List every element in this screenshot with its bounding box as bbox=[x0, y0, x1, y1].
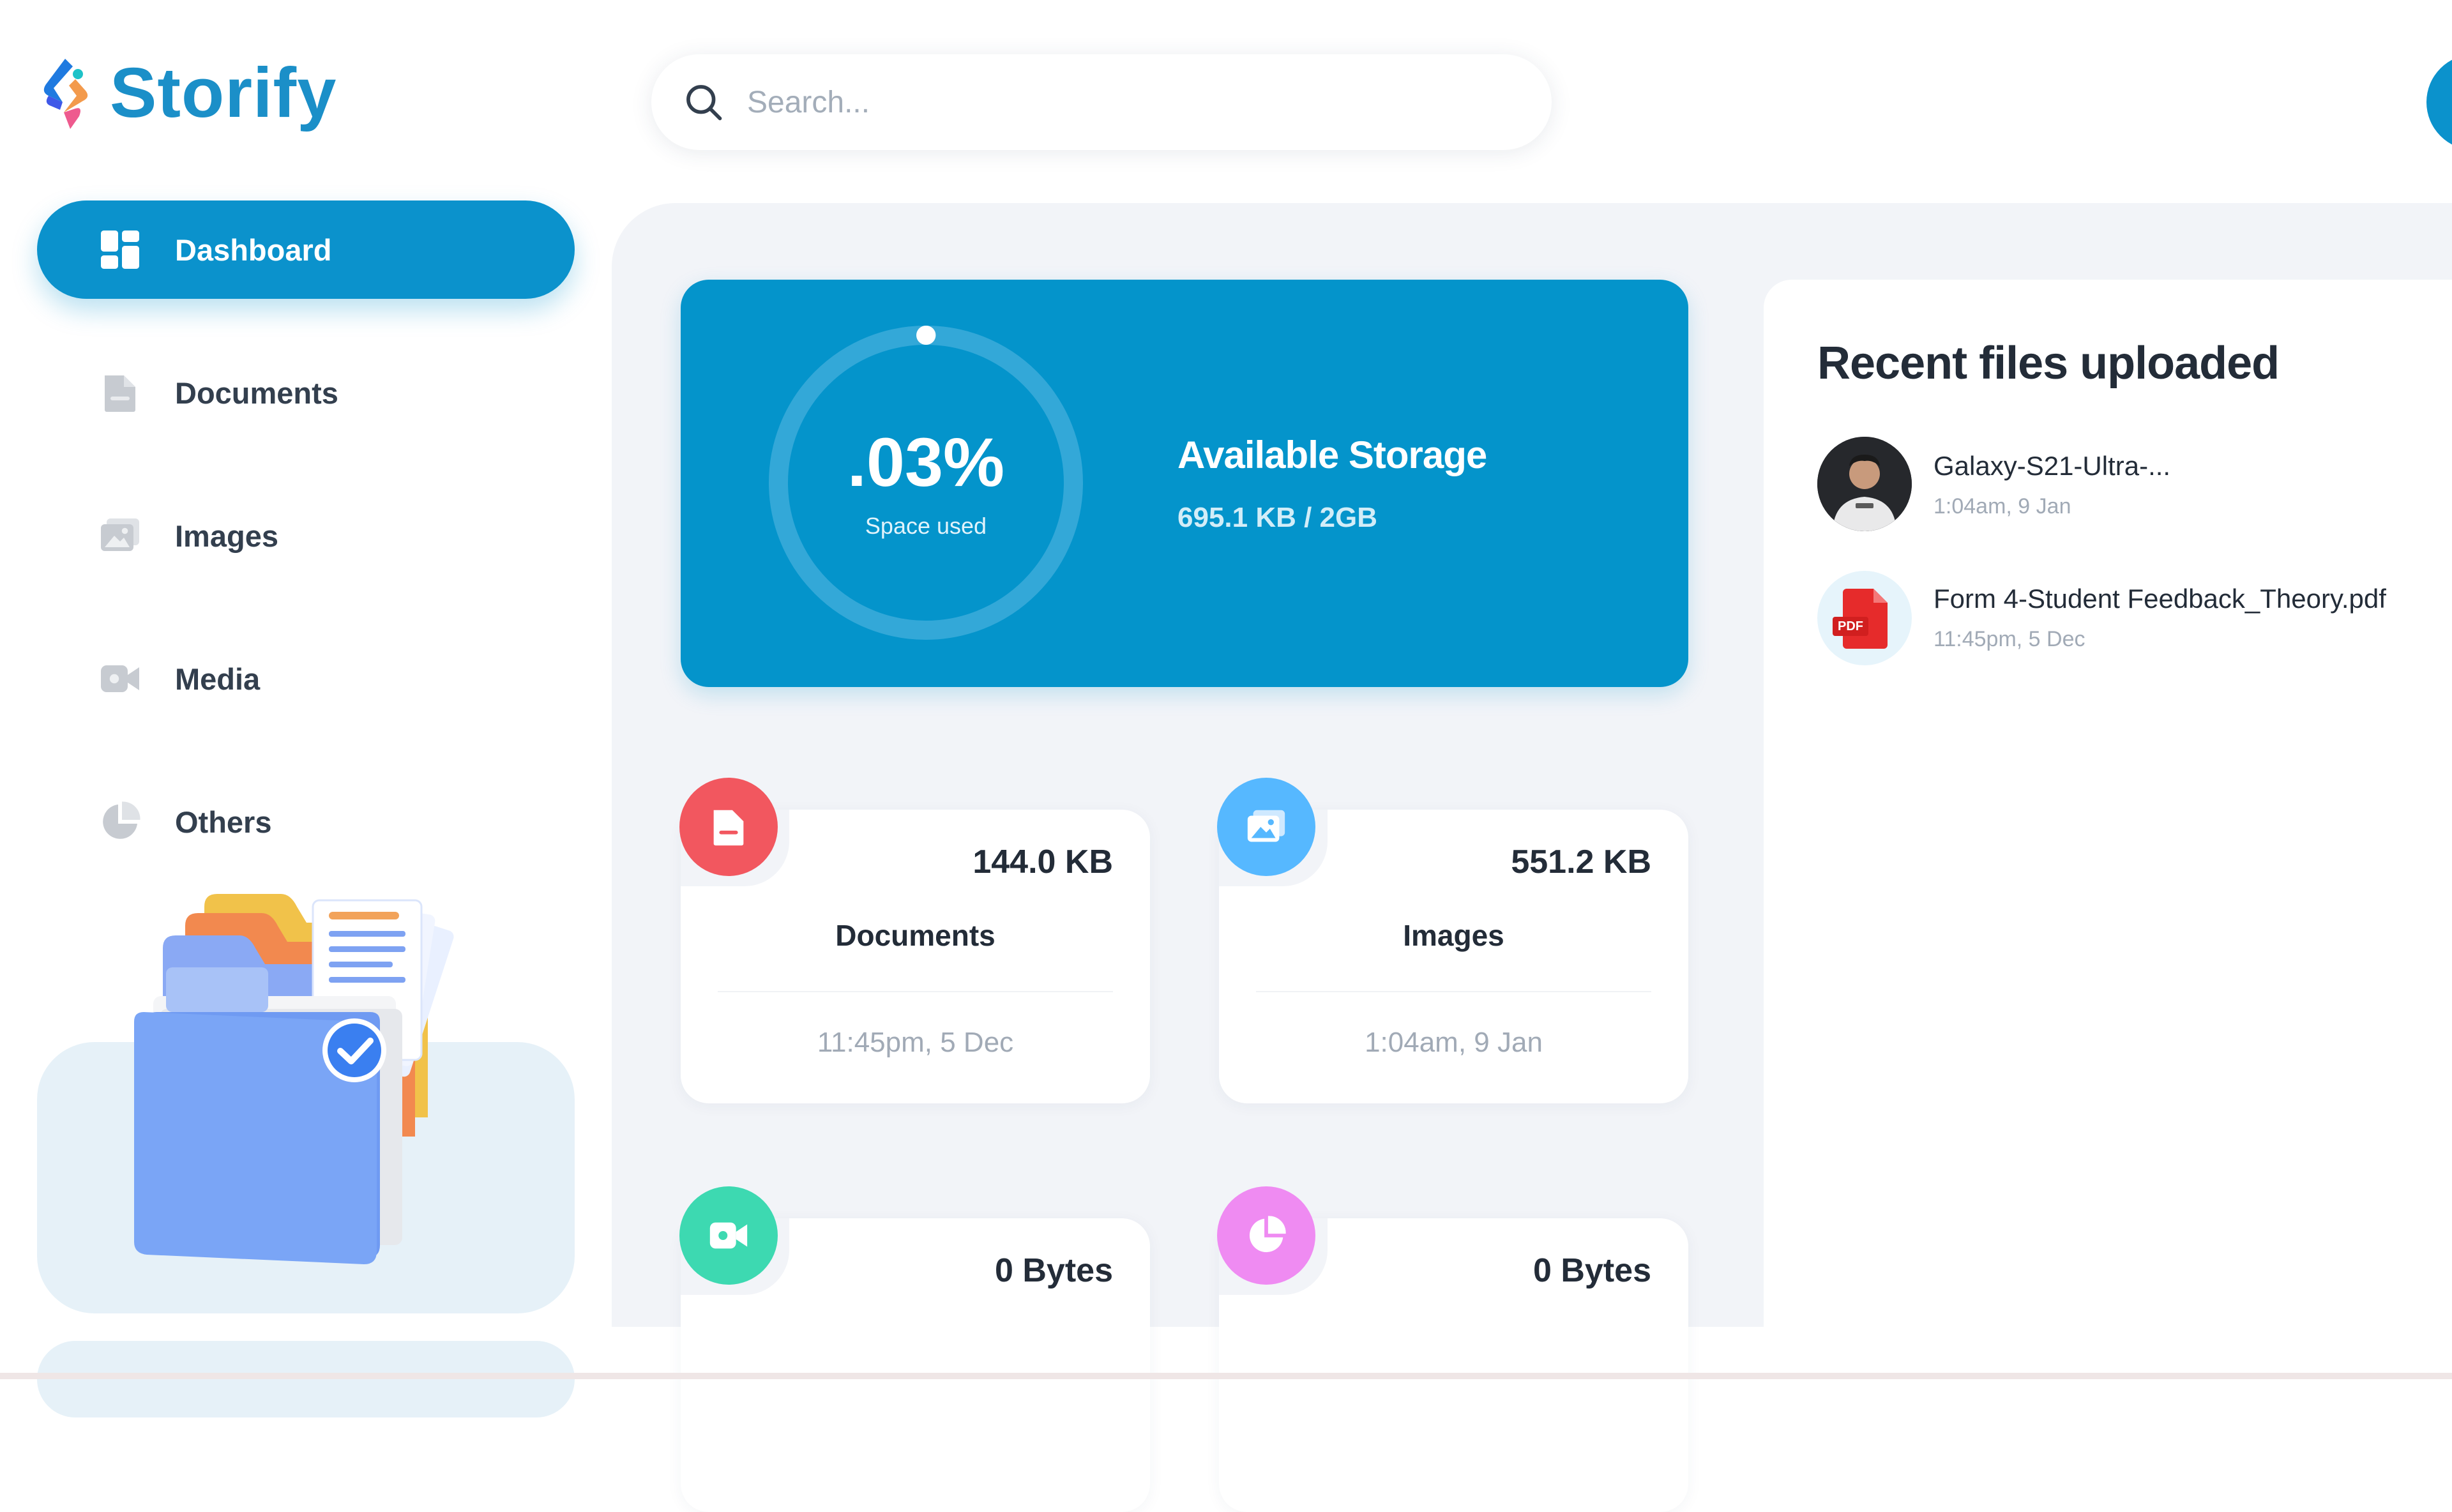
user-photo-icon bbox=[1817, 437, 1912, 531]
sidebar-item-media[interactable]: Media bbox=[37, 630, 575, 728]
file-thumbnail[interactable] bbox=[1817, 437, 1912, 531]
category-date: 1:04am, 9 Jan bbox=[1365, 1027, 1543, 1058]
file-name[interactable]: Galaxy-S21-Ultra-... bbox=[1934, 451, 2170, 481]
search-icon bbox=[686, 85, 722, 121]
storify-logo-icon bbox=[43, 59, 88, 129]
video-icon bbox=[101, 665, 139, 692]
sidebar-item-images[interactable]: Images bbox=[37, 487, 575, 585]
sidebar-item-label: Dashboard bbox=[175, 232, 332, 267]
sidebar-item-label: Documents bbox=[175, 375, 338, 410]
sidebar-item-dashboard[interactable]: Dashboard bbox=[37, 200, 575, 299]
category-size: 0 Bytes bbox=[995, 1252, 1113, 1289]
secondary-card bbox=[37, 1341, 575, 1418]
category-size: 0 Bytes bbox=[1533, 1252, 1651, 1289]
media-category-icon bbox=[679, 1186, 778, 1285]
sidebar-item-label: Others bbox=[175, 805, 272, 839]
sidebar-item-others[interactable]: Others bbox=[37, 773, 575, 871]
user-avatar-button[interactable] bbox=[2426, 54, 2452, 150]
document-icon bbox=[713, 810, 744, 846]
file-date: 11:45pm, 5 Dec bbox=[1934, 627, 2085, 651]
pdf-icon: PDF bbox=[1833, 589, 1888, 649]
image-icon bbox=[1247, 810, 1285, 842]
file-thumbnail[interactable]: PDF bbox=[1817, 571, 1912, 665]
sidebar-item-label: Media bbox=[175, 662, 261, 696]
category-title: Images bbox=[1403, 919, 1504, 952]
bottom-edge bbox=[0, 1373, 2452, 1379]
file-date: 1:04am, 9 Jan bbox=[1934, 494, 2071, 518]
category-size: 144.0 KB bbox=[972, 843, 1113, 881]
available-storage-title: Available Storage bbox=[1177, 434, 1487, 476]
file-name[interactable]: Form 4-Student Feedback_Theory.pdf bbox=[1934, 584, 2386, 614]
divider bbox=[1256, 991, 1651, 992]
category-date: 11:45pm, 5 Dec bbox=[817, 1027, 1014, 1058]
storage-percent: .03% bbox=[847, 423, 1005, 501]
app-logo[interactable]: Storify bbox=[37, 51, 337, 134]
app-name: Storify bbox=[110, 53, 337, 132]
space-used-label: Space used bbox=[865, 513, 987, 539]
documents-category-icon bbox=[679, 778, 778, 876]
sidebar-item-documents[interactable]: Documents bbox=[37, 344, 575, 442]
category-size: 551.2 KB bbox=[1511, 843, 1651, 881]
others-category-icon bbox=[1217, 1186, 1315, 1285]
pie-chart-icon bbox=[103, 801, 140, 839]
category-title: Documents bbox=[835, 919, 995, 952]
document-icon bbox=[105, 375, 135, 412]
dashboard-grid-icon bbox=[101, 231, 139, 269]
search-input[interactable] bbox=[746, 84, 1451, 121]
pdf-badge: PDF bbox=[1838, 619, 1863, 633]
search-bar[interactable] bbox=[651, 54, 1552, 150]
recent-files-title: Recent files uploaded bbox=[1817, 338, 2280, 389]
video-icon bbox=[709, 1222, 748, 1249]
storage-usage-text: 695.1 KB / 2GB bbox=[1177, 502, 1378, 533]
pie-chart-icon bbox=[1249, 1216, 1286, 1253]
image-icon bbox=[101, 518, 139, 551]
folder-illustration bbox=[134, 894, 454, 1264]
sidebar-item-label: Images bbox=[175, 518, 278, 553]
images-category-icon bbox=[1217, 778, 1315, 876]
divider bbox=[718, 991, 1113, 992]
